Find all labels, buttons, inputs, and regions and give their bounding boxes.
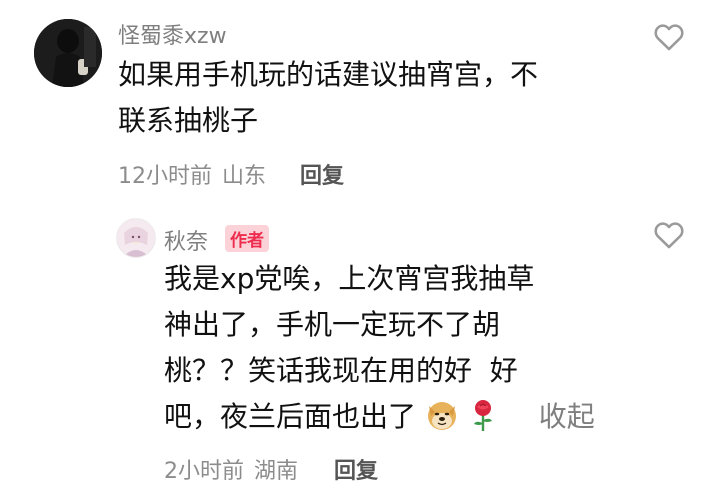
reply-username[interactable]: 秋奈 xyxy=(164,230,208,255)
comment-time: 12小时前 xyxy=(118,164,212,189)
heart-outline-icon[interactable] xyxy=(652,20,686,54)
reply-text-line: 神出了，手机一定玩不了胡 xyxy=(164,308,501,341)
reply-item: 秋奈 作者 我是xp党唉，上次宵宫我抽草 神出了，手机一定玩不了胡 桃？？笑话我… xyxy=(0,200,720,485)
comment-text-line: 联系抽桃子 xyxy=(118,104,259,137)
comment-item: 怪蜀黍xzw 如果用手机玩的话建议抽宵宫，不 联系抽桃子 12小时前 山东 回复 xyxy=(0,0,720,200)
reply-meta: 2小时前 湖南 回复 xyxy=(164,453,378,485)
heart-outline-icon[interactable] xyxy=(652,218,686,252)
reply-button[interactable]: 回复 xyxy=(334,453,378,485)
avatar[interactable] xyxy=(34,19,102,87)
reply-location: 湖南 xyxy=(254,459,299,484)
author-badge: 作者 xyxy=(225,225,270,252)
reply-button[interactable]: 回复 xyxy=(300,158,344,190)
doge-emoji-icon xyxy=(427,402,456,430)
collapse-button[interactable]: 收起 xyxy=(539,400,595,433)
comment-text: 如果用手机玩的话建议抽宵宫，不 联系抽桃子 xyxy=(118,52,538,144)
reply-text-line: 吧，夜兰后面也出了 xyxy=(164,400,417,433)
comment-text-line: 如果用手机玩的话建议抽宵宫，不 xyxy=(118,58,539,91)
reply-text: 我是xp党唉，上次宵宫我抽草 神出了，手机一定玩不了胡 桃？？笑话我现在用的好 … xyxy=(164,256,595,440)
avatar-image xyxy=(34,19,102,87)
reply-time: 2小时前 xyxy=(164,459,244,484)
comment-username[interactable]: 怪蜀黍xzw xyxy=(118,18,227,50)
reply-text-line: 桃？？笑话我现在用的好 好 xyxy=(164,354,518,387)
comment-meta: 12小时前 山东 回复 xyxy=(118,158,344,190)
reply-username-row: 秋奈 作者 xyxy=(164,224,270,256)
comment-location: 山东 xyxy=(222,164,267,189)
reply-text-line: 我是xp党唉，上次宵宫我抽草 xyxy=(164,262,535,295)
avatar-image xyxy=(117,219,155,257)
rose-emoji-icon xyxy=(473,400,492,431)
reply-text-line-last: 吧，夜兰后面也出了 收起 xyxy=(164,394,595,440)
avatar[interactable] xyxy=(116,218,156,258)
